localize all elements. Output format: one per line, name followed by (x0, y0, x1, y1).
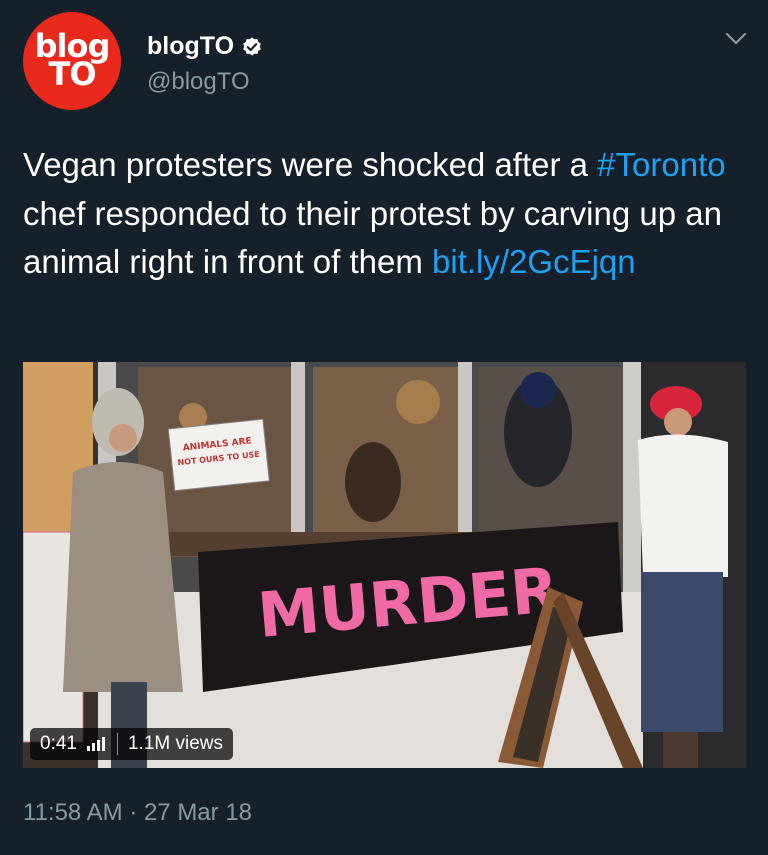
author-display-name[interactable]: blogTO (147, 32, 234, 61)
tweet-text: Vegan protesters were shocked after a #T… (23, 141, 748, 287)
video-thumbnail[interactable]: ANIMALS ARE NOT OURS TO USE MURDER 0:41 … (23, 362, 746, 768)
author-handle[interactable]: @blogTO (147, 68, 250, 96)
url-link[interactable]: bit.ly/2GcEjqn (432, 243, 636, 280)
video-scene: ANIMALS ARE NOT OURS TO USE MURDER (23, 362, 746, 768)
avatar[interactable]: blog TO (23, 12, 121, 110)
video-info-badge: 0:41 1.1M views (30, 728, 234, 760)
chevron-down-icon[interactable] (724, 31, 748, 47)
verified-badge-icon (243, 36, 261, 56)
tweet-timestamp[interactable]: 11:58 AM · 27 Mar 18 (23, 799, 252, 827)
hashtag-link[interactable]: #Toronto (597, 146, 725, 183)
avatar-text-bottom: TO (48, 55, 96, 93)
badge-divider (116, 733, 118, 755)
bar-chart-icon (86, 737, 105, 751)
video-view-count: 1.1M views (127, 733, 224, 754)
tweet-text-part1: Vegan protesters were shocked after a (23, 146, 598, 183)
video-duration: 0:41 (40, 733, 77, 754)
author-name-row[interactable]: blogTO (147, 32, 263, 61)
